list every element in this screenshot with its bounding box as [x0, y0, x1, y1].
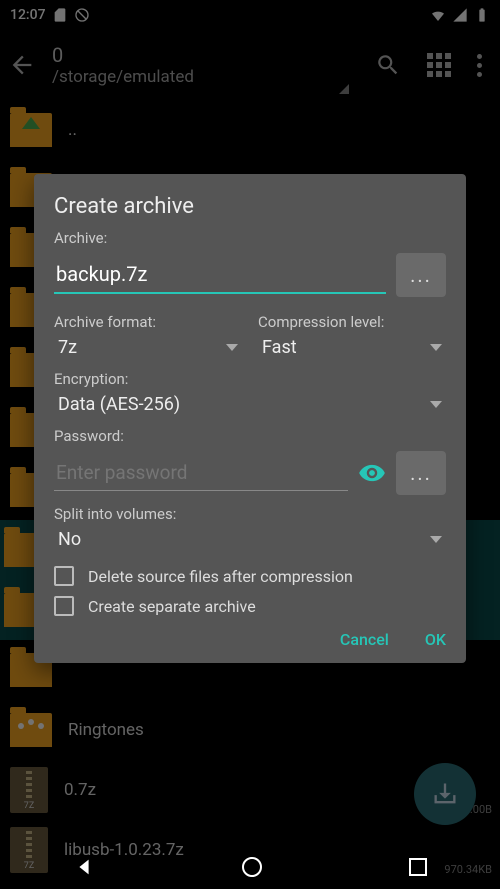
format-label: Archive format: — [54, 313, 242, 331]
chevron-down-icon — [226, 344, 238, 351]
encryption-label: Encryption: — [54, 370, 446, 388]
password-input[interactable] — [54, 455, 348, 491]
level-select[interactable]: Fast — [258, 331, 446, 364]
delete-source-label: Delete source files after compression — [88, 567, 353, 586]
dialog-title: Create archive — [54, 194, 446, 219]
level-label: Compression level: — [258, 313, 446, 331]
password-label: Password: — [54, 427, 446, 445]
cancel-button[interactable]: Cancel — [340, 630, 389, 649]
visibility-icon[interactable] — [358, 459, 386, 487]
delete-source-checkbox[interactable] — [54, 566, 74, 586]
separate-archive-label: Create separate archive — [88, 597, 256, 616]
format-select[interactable]: 7z — [54, 331, 242, 364]
password-options-button[interactable]: ... — [396, 451, 446, 495]
nav-back-icon[interactable] — [73, 856, 95, 878]
nav-recent-icon[interactable] — [409, 858, 427, 876]
split-value: No — [58, 529, 81, 550]
navigation-bar — [0, 845, 500, 889]
separate-archive-checkbox[interactable] — [54, 596, 74, 616]
chevron-down-icon — [430, 401, 442, 408]
chevron-down-icon — [430, 344, 442, 351]
create-archive-dialog: Create archive Archive: ... Archive form… — [34, 174, 466, 663]
level-value: Fast — [262, 337, 297, 358]
chevron-down-icon — [430, 536, 442, 543]
split-label: Split into volumes: — [54, 505, 446, 523]
ok-button[interactable]: OK — [425, 630, 446, 649]
nav-home-icon[interactable] — [242, 857, 262, 877]
encryption-value: Data (AES-256) — [58, 394, 180, 415]
encryption-select[interactable]: Data (AES-256) — [54, 388, 446, 421]
format-value: 7z — [58, 337, 77, 358]
delete-source-row[interactable]: Delete source files after compression — [54, 566, 446, 586]
archive-label: Archive: — [54, 229, 446, 247]
split-select[interactable]: No — [54, 523, 446, 556]
archive-name-input[interactable] — [54, 256, 386, 294]
browse-button[interactable]: ... — [396, 253, 446, 297]
separate-archive-row[interactable]: Create separate archive — [54, 596, 446, 616]
